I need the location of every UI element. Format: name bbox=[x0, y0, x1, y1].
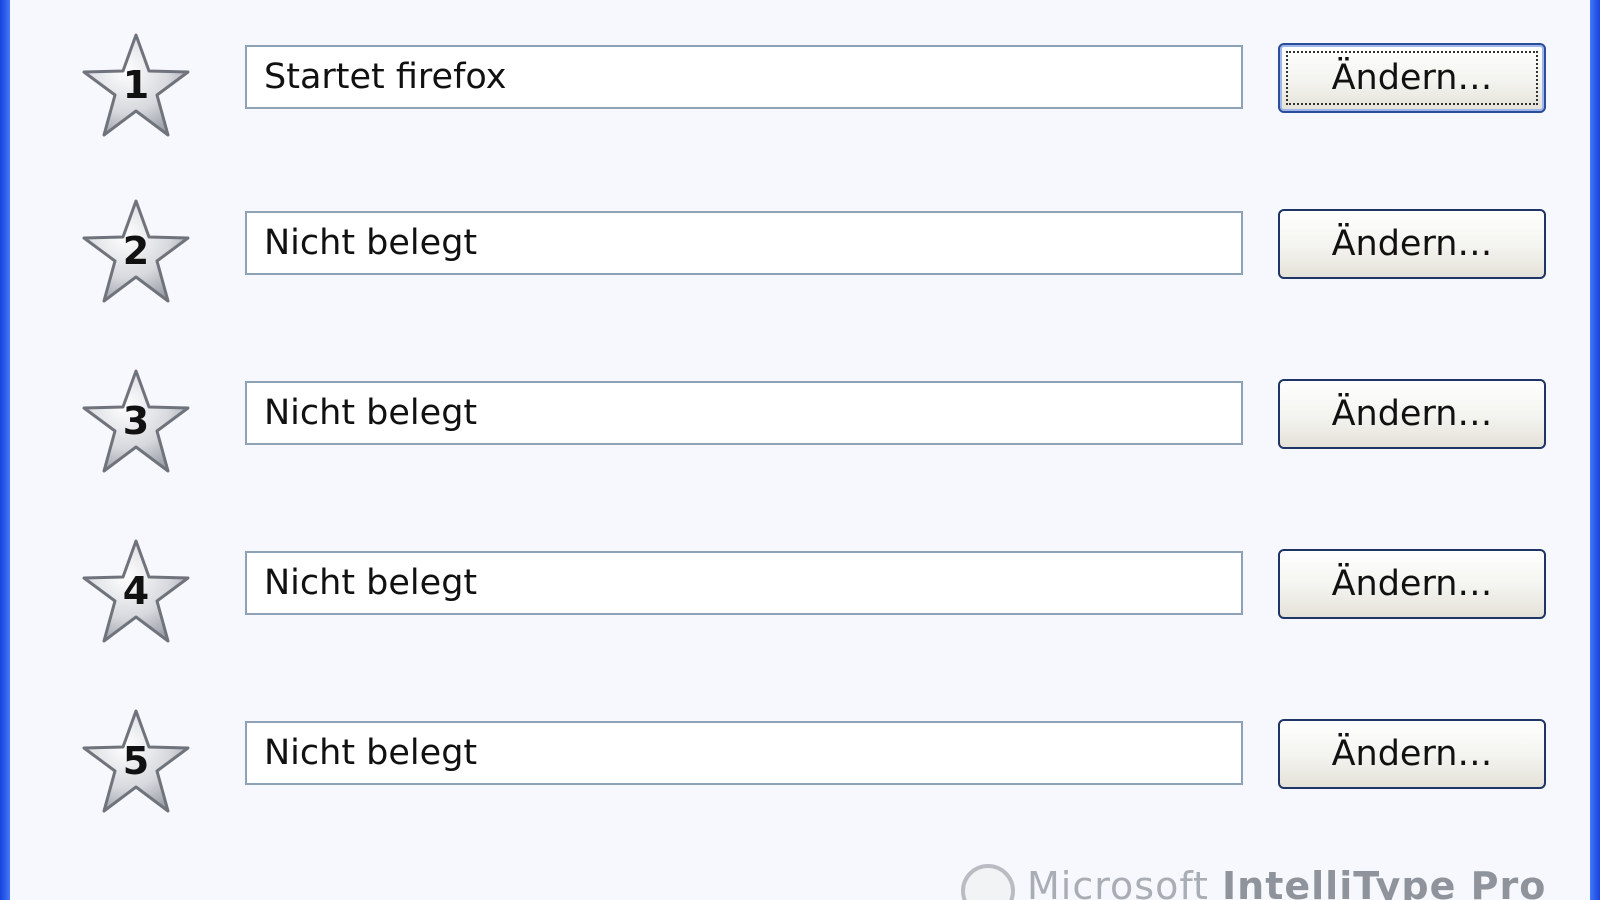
favorite-row-1: 1 Startet firefox Ändern… bbox=[0, 33, 1600, 137]
favorite-number: 5 bbox=[122, 739, 150, 783]
favorite-assignment-field[interactable]: Nicht belegt bbox=[245, 721, 1243, 785]
change-button[interactable]: Ändern… bbox=[1278, 379, 1546, 449]
change-button-label: Ändern… bbox=[1331, 58, 1493, 98]
microsoft-logo-icon bbox=[961, 864, 1015, 900]
change-button[interactable]: Ändern… bbox=[1278, 549, 1546, 619]
favorites-settings-panel: 1 Startet firefox Ändern… 2 Nicht belegt… bbox=[0, 0, 1600, 900]
favorite-row-2: 2 Nicht belegt Ändern… bbox=[0, 199, 1600, 303]
favorite-star-icon: 2 bbox=[78, 197, 194, 309]
product-branding: Microsoft IntelliType Pro bbox=[955, 858, 1555, 900]
favorite-number: 4 bbox=[122, 569, 150, 613]
favorite-row-4: 4 Nicht belegt Ändern… bbox=[0, 539, 1600, 643]
favorite-number: 3 bbox=[122, 399, 150, 443]
favorite-assignment-field[interactable]: Nicht belegt bbox=[245, 551, 1243, 615]
favorite-assignment-field[interactable]: Startet firefox bbox=[245, 45, 1243, 109]
favorite-star-icon: 1 bbox=[78, 31, 194, 143]
product-name: IntelliType Pro bbox=[1222, 864, 1547, 900]
favorite-star-icon: 5 bbox=[78, 707, 194, 819]
change-button-label: Ändern… bbox=[1331, 564, 1493, 604]
change-button-label: Ändern… bbox=[1331, 224, 1493, 264]
favorite-row-3: 3 Nicht belegt Ändern… bbox=[0, 369, 1600, 473]
favorite-assignment-field[interactable]: Nicht belegt bbox=[245, 211, 1243, 275]
favorite-number: 2 bbox=[122, 229, 150, 273]
change-button-label: Ändern… bbox=[1331, 734, 1493, 774]
change-button[interactable]: Ändern… bbox=[1278, 209, 1546, 279]
brand-name: Microsoft bbox=[1027, 864, 1209, 900]
favorite-assignment-field[interactable]: Nicht belegt bbox=[245, 381, 1243, 445]
change-button-label: Ändern… bbox=[1331, 394, 1493, 434]
favorite-star-icon: 3 bbox=[78, 367, 194, 479]
brand-text: Microsoft IntelliType Pro bbox=[1027, 864, 1546, 900]
favorite-row-5: 5 Nicht belegt Ändern… bbox=[0, 709, 1600, 813]
favorite-star-icon: 4 bbox=[78, 537, 194, 649]
change-button[interactable]: Ändern… bbox=[1278, 719, 1546, 789]
favorite-number: 1 bbox=[122, 63, 150, 107]
change-button[interactable]: Ändern… bbox=[1278, 43, 1546, 113]
